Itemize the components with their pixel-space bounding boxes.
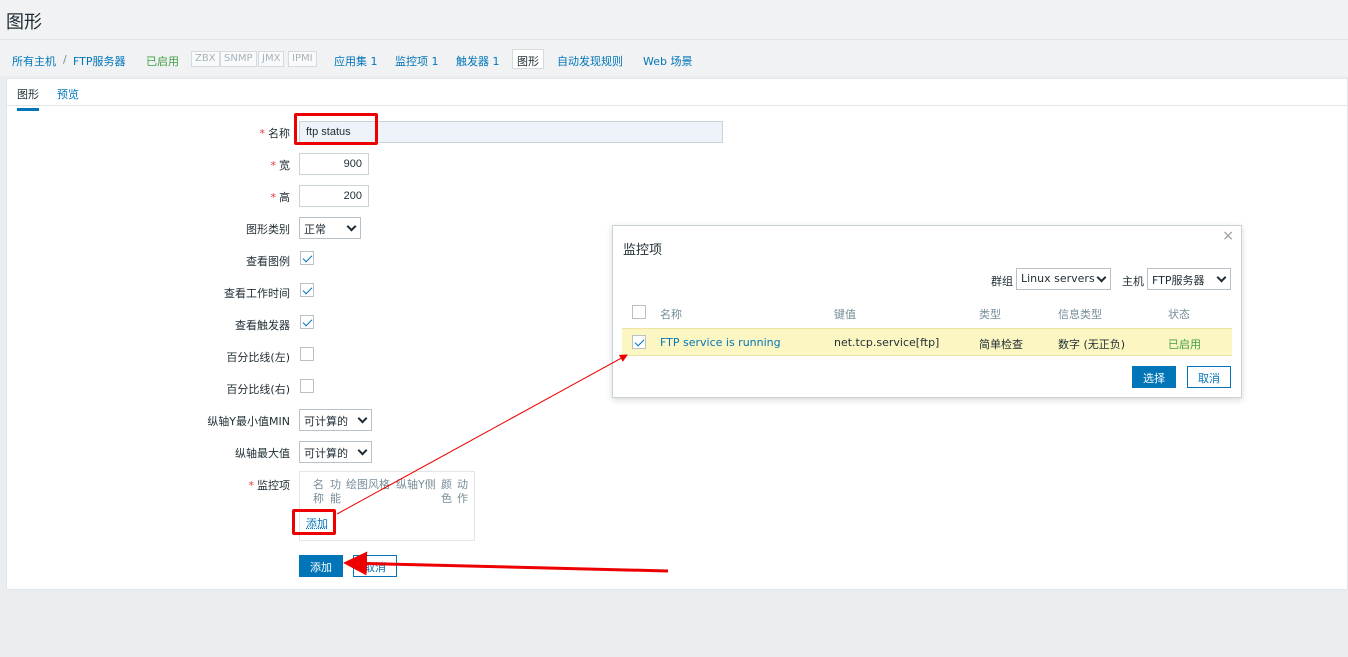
item-status: 已启用: [1168, 338, 1201, 351]
col-name: 名称: [660, 308, 682, 321]
percentile-right-checkbox[interactable]: [300, 379, 314, 393]
item-type: 简单检查: [979, 338, 1023, 351]
show-legend-checkbox[interactable]: [300, 251, 314, 265]
items-col-color: 颜色: [441, 478, 452, 505]
height-label: * 高: [270, 191, 291, 204]
col-key: 键值: [834, 308, 856, 321]
annotation-box-name: [294, 113, 378, 145]
cancel-button[interactable]: 取消: [353, 555, 397, 577]
name-label: * 名称: [259, 127, 291, 140]
group-select[interactable]: Linux servers: [1016, 268, 1111, 290]
items-col-function: 功能: [330, 478, 341, 505]
nav-items[interactable]: 监控项 1: [395, 53, 439, 69]
show-triggers-checkbox[interactable]: [300, 315, 314, 329]
select-all-checkbox[interactable]: [632, 305, 646, 319]
item-name-link[interactable]: FTP service is running: [660, 336, 781, 349]
show-legend-label: 查看图例: [246, 255, 290, 268]
nav-triggers[interactable]: 触发器 1: [456, 53, 500, 69]
col-info-type: 信息类型: [1058, 308, 1102, 321]
host-select[interactable]: FTP服务器: [1147, 268, 1231, 290]
protocol-jmx: JMX: [258, 51, 285, 67]
protocol-snmp: SNMP: [220, 51, 257, 67]
items-col-yaxis: 纵轴Y侧: [396, 478, 436, 491]
add-button[interactable]: 添加: [299, 555, 343, 577]
tab-graph[interactable]: 图形: [17, 86, 39, 111]
header-bar: [0, 0, 1348, 40]
form-tabs: 图形 预览: [7, 79, 1348, 111]
row-checkbox[interactable]: [632, 335, 646, 349]
graph-type-label: 图形类别: [246, 223, 290, 236]
percentile-left-checkbox[interactable]: [300, 347, 314, 361]
modal-cancel-button[interactable]: 取消: [1187, 366, 1231, 388]
ymax-select[interactable]: 可计算的: [299, 441, 372, 463]
select-button[interactable]: 选择: [1132, 366, 1176, 388]
annotation-box-add-link: [292, 509, 336, 535]
ymax-label: 纵轴最大值: [235, 447, 290, 460]
chevron-down-icon: [1216, 272, 1227, 283]
table-row[interactable]: FTP service is running net.tcp.service[f…: [622, 328, 1232, 356]
percentile-right-label: 百分比线(右): [226, 383, 290, 396]
show-worktime-checkbox[interactable]: [300, 283, 314, 297]
chevron-down-icon: [346, 221, 357, 232]
nav-web[interactable]: Web 场景: [643, 53, 692, 69]
breadcrumb-all-hosts[interactable]: 所有主机: [12, 53, 56, 69]
close-icon[interactable]: ×: [1222, 228, 1234, 244]
chevron-down-icon: [1096, 272, 1107, 283]
items-col-action: 动作: [457, 478, 468, 505]
nav-graphs[interactable]: 图形: [512, 49, 544, 69]
breadcrumb-nav: 所有主机 / FTP服务器 已启用 ZBX SNMP JMX IPMI 应用集 …: [0, 40, 1348, 76]
breadcrumb-separator: /: [63, 53, 67, 66]
width-label: * 宽: [270, 159, 291, 172]
col-status: 状态: [1168, 308, 1190, 321]
items-col-name: 名称: [313, 478, 324, 505]
width-input[interactable]: [299, 153, 369, 175]
col-type: 类型: [979, 308, 1001, 321]
page-title: 图形: [6, 12, 42, 33]
ymin-select[interactable]: 可计算的: [299, 409, 372, 431]
nav-discovery[interactable]: 自动发现规则: [557, 53, 623, 69]
host-status[interactable]: 已启用: [146, 53, 179, 69]
graph-type-select[interactable]: 正常: [299, 217, 361, 239]
chevron-down-icon: [357, 413, 368, 424]
items-label: * 监控项: [248, 479, 291, 492]
percentile-left-label: 百分比线(左): [226, 351, 290, 364]
nav-applications[interactable]: 应用集 1: [334, 53, 378, 69]
show-worktime-label: 查看工作时间: [224, 287, 290, 300]
item-info-type: 数字 (无正负): [1058, 338, 1126, 351]
host-label: 主机: [1122, 275, 1144, 288]
items-modal: 监控项 × 群组 Linux servers 主机 FTP服务器 名称 键值 类…: [612, 225, 1242, 398]
height-input[interactable]: [299, 185, 369, 207]
chevron-down-icon: [357, 445, 368, 456]
modal-title: 监控项: [623, 243, 663, 258]
breadcrumb-host[interactable]: FTP服务器: [73, 53, 126, 69]
tab-preview[interactable]: 预览: [57, 86, 79, 102]
ymin-label: 纵轴Y最小值MIN: [207, 415, 290, 428]
protocol-zbx: ZBX: [191, 51, 220, 67]
item-key: net.tcp.service[ftp]: [834, 336, 940, 349]
items-col-style: 绘图风格: [346, 478, 390, 491]
protocol-ipmi: IPMI: [288, 51, 317, 67]
group-label: 群组: [991, 275, 1013, 288]
show-triggers-label: 查看触发器: [235, 319, 290, 332]
